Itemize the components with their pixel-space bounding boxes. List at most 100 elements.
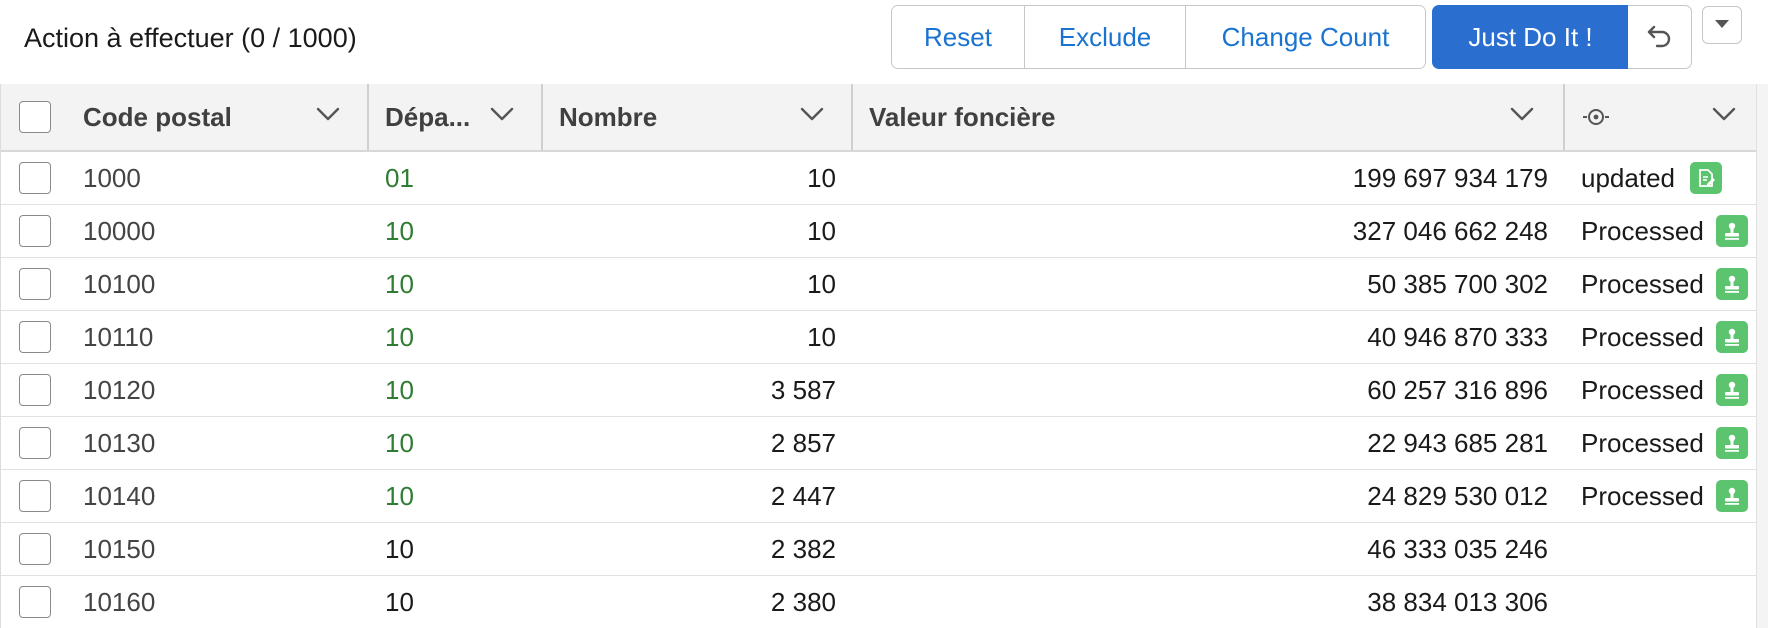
column-resize-handle[interactable] xyxy=(367,84,369,150)
cell-departement: 10 xyxy=(385,586,414,617)
cell-code-postal: 10150 xyxy=(83,533,156,564)
cell-status: Processed xyxy=(1581,427,1704,458)
table-row[interactable]: 10110 10 10 40 946 870 333 Processed xyxy=(1,311,1756,364)
chevron-down-icon[interactable] xyxy=(1711,105,1737,128)
cell-departement: 10 xyxy=(385,427,414,458)
column-header-code-postal[interactable]: Code postal xyxy=(83,84,343,150)
row-checkbox[interactable] xyxy=(19,586,51,618)
cell-code-postal: 1000 xyxy=(83,162,141,193)
target-icon xyxy=(1581,103,1611,136)
change-count-button[interactable]: Change Count xyxy=(1185,6,1425,68)
edit-document-icon[interactable] xyxy=(1690,162,1722,194)
vertical-scrollbar[interactable] xyxy=(1756,84,1768,628)
cell-nombre: 2 857 xyxy=(770,427,836,458)
cell-departement: 01 xyxy=(385,162,414,193)
select-all-checkbox[interactable] xyxy=(19,101,51,133)
column-header-status[interactable] xyxy=(1581,84,1751,150)
action-header: Action à effectuer (0 / 1000) Reset Excl… xyxy=(0,0,1768,84)
cell-code-postal: 10000 xyxy=(83,215,156,246)
row-checkbox[interactable] xyxy=(19,533,51,565)
undo-icon xyxy=(1645,21,1675,54)
row-checkbox[interactable] xyxy=(19,268,51,300)
row-checkbox[interactable] xyxy=(19,162,51,194)
action-title: Action à effectuer (0 / 1000) xyxy=(24,23,357,53)
row-checkbox[interactable] xyxy=(19,215,51,247)
column-resize-handle[interactable] xyxy=(1563,84,1565,150)
table-row[interactable]: 10140 10 2 447 24 829 530 012 Processed xyxy=(1,470,1756,523)
cell-departement: 10 xyxy=(385,533,414,564)
cell-code-postal: 10160 xyxy=(83,586,156,617)
row-checkbox[interactable] xyxy=(19,480,51,512)
table-row[interactable]: 10120 10 3 587 60 257 316 896 Processed xyxy=(1,364,1756,417)
cell-code-postal: 10120 xyxy=(83,374,156,405)
cell-status: updated xyxy=(1581,162,1675,193)
table-row[interactable]: 10130 10 2 857 22 943 685 281 Processed xyxy=(1,417,1756,470)
cell-departement: 10 xyxy=(385,480,414,511)
row-checkbox[interactable] xyxy=(19,374,51,406)
cell-valeur-fonciere: 40 946 870 333 xyxy=(1367,321,1548,352)
chevron-down-icon[interactable] xyxy=(489,105,515,128)
cell-departement: 10 xyxy=(385,374,414,405)
cell-nombre: 10 xyxy=(807,321,836,352)
cell-status: Processed xyxy=(1581,215,1704,246)
cell-code-postal: 10130 xyxy=(83,427,156,458)
column-header-valeur-fonciere[interactable]: Valeur foncière xyxy=(869,84,1549,150)
cell-valeur-fonciere: 50 385 700 302 xyxy=(1367,268,1548,299)
cell-status: Processed xyxy=(1581,268,1704,299)
row-checkbox[interactable] xyxy=(19,321,51,353)
cell-code-postal: 10100 xyxy=(83,268,156,299)
stamp-icon[interactable] xyxy=(1716,321,1748,353)
chevron-down-icon[interactable] xyxy=(315,105,341,128)
column-resize-handle[interactable] xyxy=(541,84,543,150)
column-header-label: Code postal xyxy=(83,101,232,132)
cell-nombre: 10 xyxy=(807,215,836,246)
stamp-icon[interactable] xyxy=(1716,215,1748,247)
column-header-departement[interactable]: Dépa... xyxy=(385,84,535,150)
chevron-down-icon[interactable] xyxy=(799,105,825,128)
cell-nombre: 2 382 xyxy=(770,533,836,564)
action-button-group: Reset Exclude Change Count xyxy=(891,5,1426,69)
data-grid: Code postal Dépa... Nombre Valeur fonciè… xyxy=(0,84,1756,628)
chevron-down-icon[interactable] xyxy=(1509,105,1535,128)
reset-button[interactable]: Reset xyxy=(892,6,1024,68)
cell-departement: 10 xyxy=(385,321,414,352)
cell-nombre: 2 447 xyxy=(770,480,836,511)
column-header-label: Valeur foncière xyxy=(869,101,1056,132)
grid-header: Code postal Dépa... Nombre Valeur fonciè… xyxy=(1,84,1756,152)
column-resize-handle[interactable] xyxy=(851,84,853,150)
app-window: Action à effectuer (0 / 1000) Reset Excl… xyxy=(0,0,1768,628)
table-row[interactable]: 10160 10 2 380 38 834 013 306 xyxy=(1,576,1756,628)
undo-button[interactable] xyxy=(1628,5,1692,69)
table-row[interactable]: 10000 10 10 327 046 662 248 Processed xyxy=(1,205,1756,258)
cell-valeur-fonciere: 38 834 013 306 xyxy=(1367,586,1548,617)
stamp-icon[interactable] xyxy=(1716,480,1748,512)
cell-nombre: 10 xyxy=(807,268,836,299)
cell-status: Processed xyxy=(1581,321,1704,352)
stamp-icon[interactable] xyxy=(1716,268,1748,300)
column-header-nombre[interactable]: Nombre xyxy=(559,84,829,150)
row-checkbox[interactable] xyxy=(19,427,51,459)
cell-departement: 10 xyxy=(385,268,414,299)
more-actions-button[interactable] xyxy=(1702,6,1742,44)
column-header-label: Dépa... xyxy=(385,101,471,132)
cell-valeur-fonciere: 60 257 316 896 xyxy=(1367,374,1548,405)
cell-nombre: 2 380 xyxy=(770,586,836,617)
cell-valeur-fonciere: 199 697 934 179 xyxy=(1352,162,1548,193)
table-row[interactable]: 10150 10 2 382 46 333 035 246 xyxy=(1,523,1756,576)
stamp-icon[interactable] xyxy=(1716,427,1748,459)
cell-valeur-fonciere: 327 046 662 248 xyxy=(1352,215,1548,246)
cell-code-postal: 10110 xyxy=(83,321,154,352)
cell-nombre: 3 587 xyxy=(770,374,836,405)
table-row[interactable]: 10100 10 10 50 385 700 302 Processed xyxy=(1,258,1756,311)
table-row[interactable]: 1000 01 10 199 697 934 179 updated xyxy=(1,152,1756,205)
cell-valeur-fonciere: 46 333 035 246 xyxy=(1367,533,1548,564)
just-do-it-button[interactable]: Just Do It ! xyxy=(1432,5,1629,69)
cell-status: Processed xyxy=(1581,480,1704,511)
cell-status: Processed xyxy=(1581,374,1704,405)
stamp-icon[interactable] xyxy=(1716,374,1748,406)
exclude-button[interactable]: Exclude xyxy=(1024,6,1185,68)
cell-code-postal: 10140 xyxy=(83,480,156,511)
caret-down-icon xyxy=(1713,18,1731,33)
cell-departement: 10 xyxy=(385,215,414,246)
cell-nombre: 10 xyxy=(807,162,836,193)
